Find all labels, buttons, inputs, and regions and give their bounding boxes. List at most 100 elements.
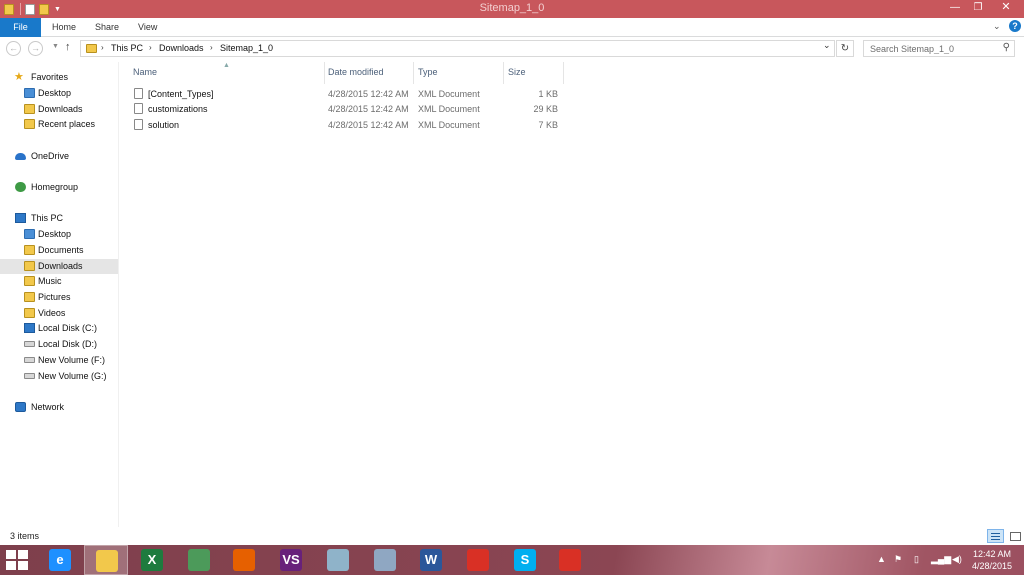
column-header-name[interactable]: Name [133,66,323,80]
expand-ribbon-chevron-icon[interactable]: ⌄ [993,21,1001,32]
clock-time[interactable]: 12:42 AM [970,549,1014,559]
taskbar-app-button[interactable] [548,545,592,575]
start-button[interactable] [6,550,28,570]
downloads-folder-icon [24,261,35,271]
taskbar-app-button[interactable]: S [503,545,547,575]
column-header-size[interactable]: Size [508,66,563,80]
tab-file[interactable]: File [0,18,41,37]
action-center-flag-icon[interactable]: ⚑ [894,554,902,565]
taskbar-app-button[interactable] [177,545,221,575]
breadcrumb-sitemap[interactable]: Sitemap_1_0 [220,43,273,53]
file-row[interactable]: [Content_Types] 4/28/2015 12:42 AM XML D… [132,87,568,102]
nav-pc-local-disk-d[interactable]: Local Disk (D:) [0,337,118,352]
column-divider[interactable] [324,62,325,84]
taskbar-app-button[interactable] [84,545,128,575]
taskbar-app-button[interactable]: X [130,545,174,575]
breadcrumb-separator-icon[interactable]: › [101,43,104,52]
search-box[interactable]: ⚲ [863,40,1015,57]
refresh-button[interactable]: ↻ [836,40,854,57]
breadcrumb-downloads[interactable]: Downloads [159,43,204,53]
calculator-icon [374,549,396,571]
nav-label: Network [31,402,65,412]
address-history-chevron-icon[interactable]: ⌄ [823,40,831,51]
downloads-folder-icon [24,104,35,114]
firefox-icon [233,549,255,571]
volume-icon[interactable]: ◀) [952,554,962,565]
recent-locations-chevron-icon[interactable]: ▼ [52,43,59,50]
column-divider[interactable] [503,62,504,84]
nav-homegroup[interactable]: Homegroup [0,180,118,195]
nav-favorites-desktop[interactable]: Desktop [0,86,118,101]
taskbar-app-button[interactable] [456,545,500,575]
file-type: XML Document [418,104,480,114]
help-icon[interactable]: ? [1009,20,1021,32]
homegroup-icon [15,182,26,192]
nav-pc-new-volume-g[interactable]: New Volume (G:) [0,369,118,384]
breadcrumb-separator-icon[interactable]: › [210,43,213,52]
search-icon[interactable]: ⚲ [1003,42,1010,53]
large-icons-view-icon[interactable] [1008,529,1022,543]
nav-this-pc[interactable]: This PC [0,211,118,226]
restore-button[interactable]: ❐ [965,0,991,16]
nav-pc-desktop[interactable]: Desktop [0,227,118,242]
forward-button[interactable]: → [28,41,43,56]
column-divider[interactable] [563,62,564,84]
network-icon [15,402,26,412]
tab-view[interactable]: View [130,18,165,37]
excel-icon: X [141,549,163,571]
windows-logo-icon [6,561,16,570]
nav-favorites-recent-places[interactable]: Recent places [0,117,118,132]
show-hidden-icons-icon[interactable]: ▲ [877,554,886,564]
nav-pc-pictures[interactable]: Pictures [0,290,118,305]
taskbar-app-button[interactable] [222,545,266,575]
nav-pc-downloads[interactable]: Downloads [0,259,118,274]
nav-network[interactable]: Network [0,400,118,415]
file-size: 7 KB [538,120,558,130]
column-header-date-modified[interactable]: Date modified [328,66,413,80]
nav-label: Recent places [38,119,96,129]
file-row[interactable]: solution 4/28/2015 12:42 AM XML Document… [132,118,568,133]
ribbon-tabs: File Home Share View ⌄ ? [0,18,1024,37]
taskbar-app-button[interactable] [363,545,407,575]
taskbar-app-button[interactable]: e [38,545,82,575]
taskbar-app-button[interactable]: VS [269,545,313,575]
network-signal-icon[interactable]: ▂▄▆ [931,554,951,565]
close-button[interactable]: ✕ [993,0,1019,16]
nav-pc-local-disk-c[interactable]: Local Disk (C:) [0,321,118,336]
nav-onedrive[interactable]: OneDrive [0,149,118,164]
internet-explorer-icon: e [49,549,71,571]
drive-icon [24,341,35,347]
battery-icon[interactable]: ▯ [914,554,919,565]
nav-label: Downloads [38,261,83,271]
taskbar-app-button[interactable]: W [409,545,453,575]
visual-studio-icon: VS [280,549,302,571]
back-button[interactable]: ← [6,41,21,56]
recent-places-icon [24,119,35,129]
file-date: 4/28/2015 12:42 AM [328,89,409,99]
nav-pc-documents[interactable]: Documents [0,243,118,258]
breadcrumb-separator-icon[interactable]: › [149,43,152,52]
windows-logo-icon [18,550,28,559]
breadcrumb-this-pc[interactable]: This PC [111,43,143,53]
nav-favorites-downloads[interactable]: Downloads [0,102,118,117]
nav-favorites[interactable]: ★ Favorites [0,70,118,85]
column-divider[interactable] [413,62,414,84]
search-input[interactable] [864,41,994,56]
up-button[interactable]: ↑ [65,41,71,53]
file-size: 29 KB [533,104,558,114]
details-view-icon[interactable] [987,529,1004,543]
chrome-icon-2 [559,549,581,571]
nav-pc-new-volume-f[interactable]: New Volume (F:) [0,353,118,368]
tab-home[interactable]: Home [44,18,84,37]
pictures-folder-icon [24,292,35,302]
column-header-type[interactable]: Type [418,66,503,80]
clock-date[interactable]: 4/28/2015 [968,561,1016,571]
nav-pc-videos[interactable]: Videos [0,306,118,321]
nav-label: Favorites [31,72,69,82]
address-bar[interactable]: › This PC › Downloads › Sitemap_1_0 [80,40,835,57]
file-row[interactable]: customizations 4/28/2015 12:42 AM XML Do… [132,102,568,117]
taskbar-app-button[interactable] [316,545,360,575]
nav-pc-music[interactable]: Music [0,274,118,289]
tab-share[interactable]: Share [87,18,127,37]
windows-logo-icon [6,550,16,559]
